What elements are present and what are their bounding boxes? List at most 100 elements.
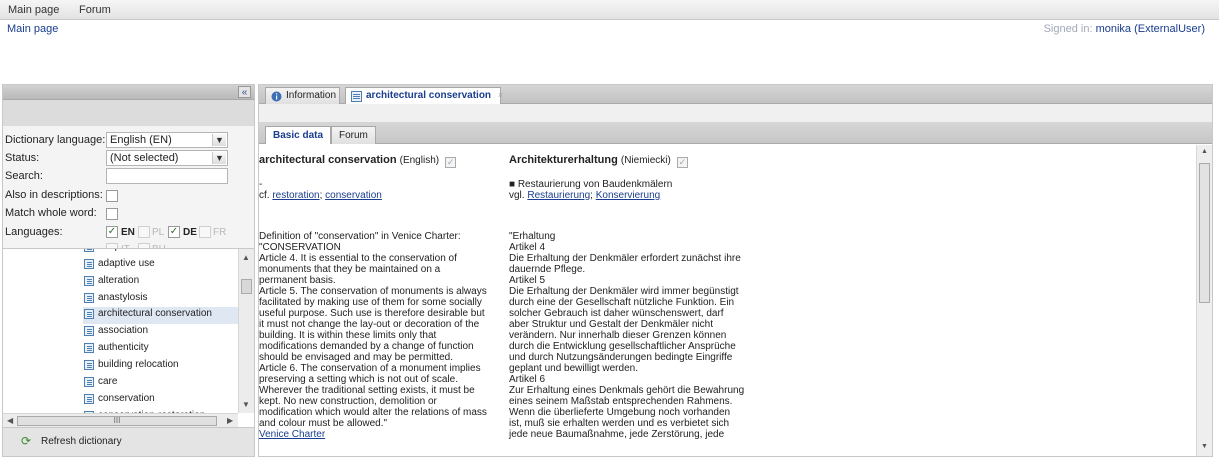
refresh-dictionary-button[interactable]: ⟳ Refresh dictionary <box>3 427 254 456</box>
scroll-down-icon[interactable]: ▼ <box>1201 443 1208 450</box>
lang-fr-checkbox[interactable] <box>199 226 211 238</box>
german-synonym: ■ Restaurierung von Baudenkmälern <box>509 179 673 190</box>
detail-panel: Information architectural conservation ×… <box>258 84 1213 457</box>
tree-item[interactable]: adaptive use <box>84 257 234 274</box>
tab-term[interactable]: architectural conservation × <box>345 87 503 104</box>
refresh-dictionary-label: Refresh dictionary <box>41 436 122 447</box>
definition-line: ist, muß sie erhalten werden und es verb… <box>509 418 730 429</box>
tree-item[interactable]: authenticity <box>84 341 234 358</box>
details-vertical-scrollbar[interactable]: ▲ ▼ <box>1196 145 1212 456</box>
signed-in-label: Signed in: <box>1043 23 1093 35</box>
dictionary-language-select[interactable]: English (EN) ▼ <box>106 132 228 148</box>
tab-forum[interactable]: Forum <box>331 126 376 144</box>
link-restoration[interactable]: restoration <box>272 190 319 201</box>
definition-line: modification which would alter the relat… <box>259 407 487 418</box>
term-icon <box>84 259 94 269</box>
tree-vertical-scrollbar[interactable]: ▲ ▼ <box>238 249 254 413</box>
scroll-right-icon[interactable]: ▶ <box>227 416 233 425</box>
english-dash: - <box>259 179 263 190</box>
info-icon <box>271 91 282 102</box>
tree-item-selected[interactable]: architectural conservation <box>83 307 238 324</box>
left-panel-strip <box>3 100 254 126</box>
definition-line: building. It is within these limits only… <box>259 330 437 341</box>
scroll-up-icon[interactable]: ▲ <box>1201 148 1208 155</box>
scroll-thumb[interactable]: III <box>17 416 217 426</box>
tree-item[interactable]: anastylosis <box>84 291 234 308</box>
lang-en-checkbox[interactable]: ✓ <box>106 226 118 238</box>
german-definition: "Erhaltung Artikel 4 Die Erhaltung der D… <box>509 231 749 440</box>
definition-line: preserving a setting which is not out of… <box>259 374 458 385</box>
scroll-up-icon[interactable]: ▲ <box>242 253 250 262</box>
definition-line: dauernde Pflege. <box>509 264 586 275</box>
definition-line: permanent basis. <box>259 275 336 286</box>
english-cf-line: cf. restoration; conservation <box>259 190 382 201</box>
link-conservation[interactable]: conservation <box>325 190 382 201</box>
definition-line: und durch Nutzungsänderungen bedingte Ei… <box>509 352 733 363</box>
definition-line: useful purpose. Such use is therefore de… <box>259 308 485 319</box>
term-icon <box>84 377 94 387</box>
english-definition: Definition of "conservation" in Venice C… <box>259 231 499 440</box>
definition-line: Artikel 5 <box>509 275 546 286</box>
term-icon <box>84 309 94 319</box>
tree-item[interactable]: alteration <box>84 274 234 291</box>
link-restaurierung[interactable]: Restaurierung <box>527 190 590 201</box>
definition-line: durch die Entwicklung gesellschaftlicher… <box>509 341 736 352</box>
lang-pl-checkbox[interactable] <box>138 226 150 238</box>
match-whole-word-checkbox[interactable] <box>106 208 118 220</box>
search-input[interactable] <box>106 168 228 184</box>
definition-line: "CONSERVATION <box>259 242 341 253</box>
title-bar <box>0 20 1219 84</box>
definition-line: Die Erhaltung der Denkmäler wird immer b… <box>509 286 739 297</box>
german-vgl-line: vgl. Restaurierung; Konservierung <box>509 190 661 201</box>
definition-line: it must not change the lay-out or decora… <box>259 319 480 330</box>
also-in-descriptions-checkbox[interactable] <box>106 190 118 202</box>
dictionary-language-label: Dictionary language: <box>5 134 106 146</box>
german-term: Architekturerhaltung <box>509 154 618 166</box>
definition-line: should be envisaged and may be permitted… <box>259 352 454 363</box>
status-select[interactable]: (Not selected) ▼ <box>106 150 228 166</box>
approved-checkbox[interactable]: ✓ <box>445 157 457 168</box>
tree-item[interactable]: conservation <box>84 392 234 409</box>
link-konservierung[interactable]: Konservierung <box>596 190 660 201</box>
cf-label: cf. <box>259 190 270 201</box>
german-term-heading: Architekturerhaltung (Niemiecki) ✓ <box>509 155 688 168</box>
definition-line: Wenn die überlieferte Umgebung noch vorh… <box>509 407 731 418</box>
scroll-thumb[interactable] <box>241 279 252 294</box>
term-details: architectural conservation (English) ✓ -… <box>259 145 1212 456</box>
tab-information[interactable]: Information <box>265 87 340 104</box>
definition-line: verändern. Nur innerhalb dieser Grenzen … <box>509 330 727 341</box>
english-lang: (English) <box>399 155 440 166</box>
scroll-thumb[interactable] <box>1199 163 1210 303</box>
lang-pl-label: PL <box>152 227 165 238</box>
nav-forum[interactable]: Forum <box>79 4 111 16</box>
lang-de-checkbox[interactable]: ✓ <box>168 226 180 238</box>
tree-item[interactable]: care <box>84 375 234 392</box>
status-label: Status: <box>5 152 40 164</box>
close-icon[interactable]: × <box>498 90 503 100</box>
chevron-down-icon: ▼ <box>212 134 226 146</box>
link-venice-charter[interactable]: Venice Charter <box>259 429 499 440</box>
lang-en-label: EN <box>121 227 135 238</box>
signed-in-user[interactable]: monika (ExternalUser) <box>1096 23 1205 35</box>
definition-line: Article 4. It is essential to the conser… <box>259 253 457 264</box>
definition-line: Artikel 6 <box>509 374 546 385</box>
filter-form: Dictionary language: English (EN) ▼ Stat… <box>3 126 254 255</box>
scroll-down-icon[interactable]: ▼ <box>242 400 250 409</box>
tree-item[interactable]: association <box>84 324 234 341</box>
tree-horizontal-scrollbar[interactable]: ◀ III ▶ <box>3 413 238 427</box>
tree-item[interactable]: building relocation <box>84 358 234 375</box>
definition-line: Die Erhaltung der Denkmäler erfordert zu… <box>509 253 741 264</box>
term-icon <box>84 249 94 252</box>
signed-in-info: Signed in: monika (ExternalUser) <box>1044 23 1205 35</box>
scroll-left-icon[interactable]: ◀ <box>7 416 13 425</box>
collapse-panel-button[interactable]: « <box>238 86 251 98</box>
definition-line: Definition of "conservation" in Venice C… <box>259 231 461 242</box>
tree-item[interactable]: adaptation <box>84 249 234 257</box>
term-icon <box>84 326 94 336</box>
approved-checkbox[interactable]: ✓ <box>676 157 688 168</box>
also-in-descriptions-label: Also in descriptions: <box>5 189 103 201</box>
tab-basic-data[interactable]: Basic data <box>265 126 332 144</box>
definition-line: Artikel 4 <box>509 242 546 253</box>
nav-main-page[interactable]: Main page <box>8 4 59 16</box>
definition-line: Article 6. The conservation of a monumen… <box>259 363 481 374</box>
